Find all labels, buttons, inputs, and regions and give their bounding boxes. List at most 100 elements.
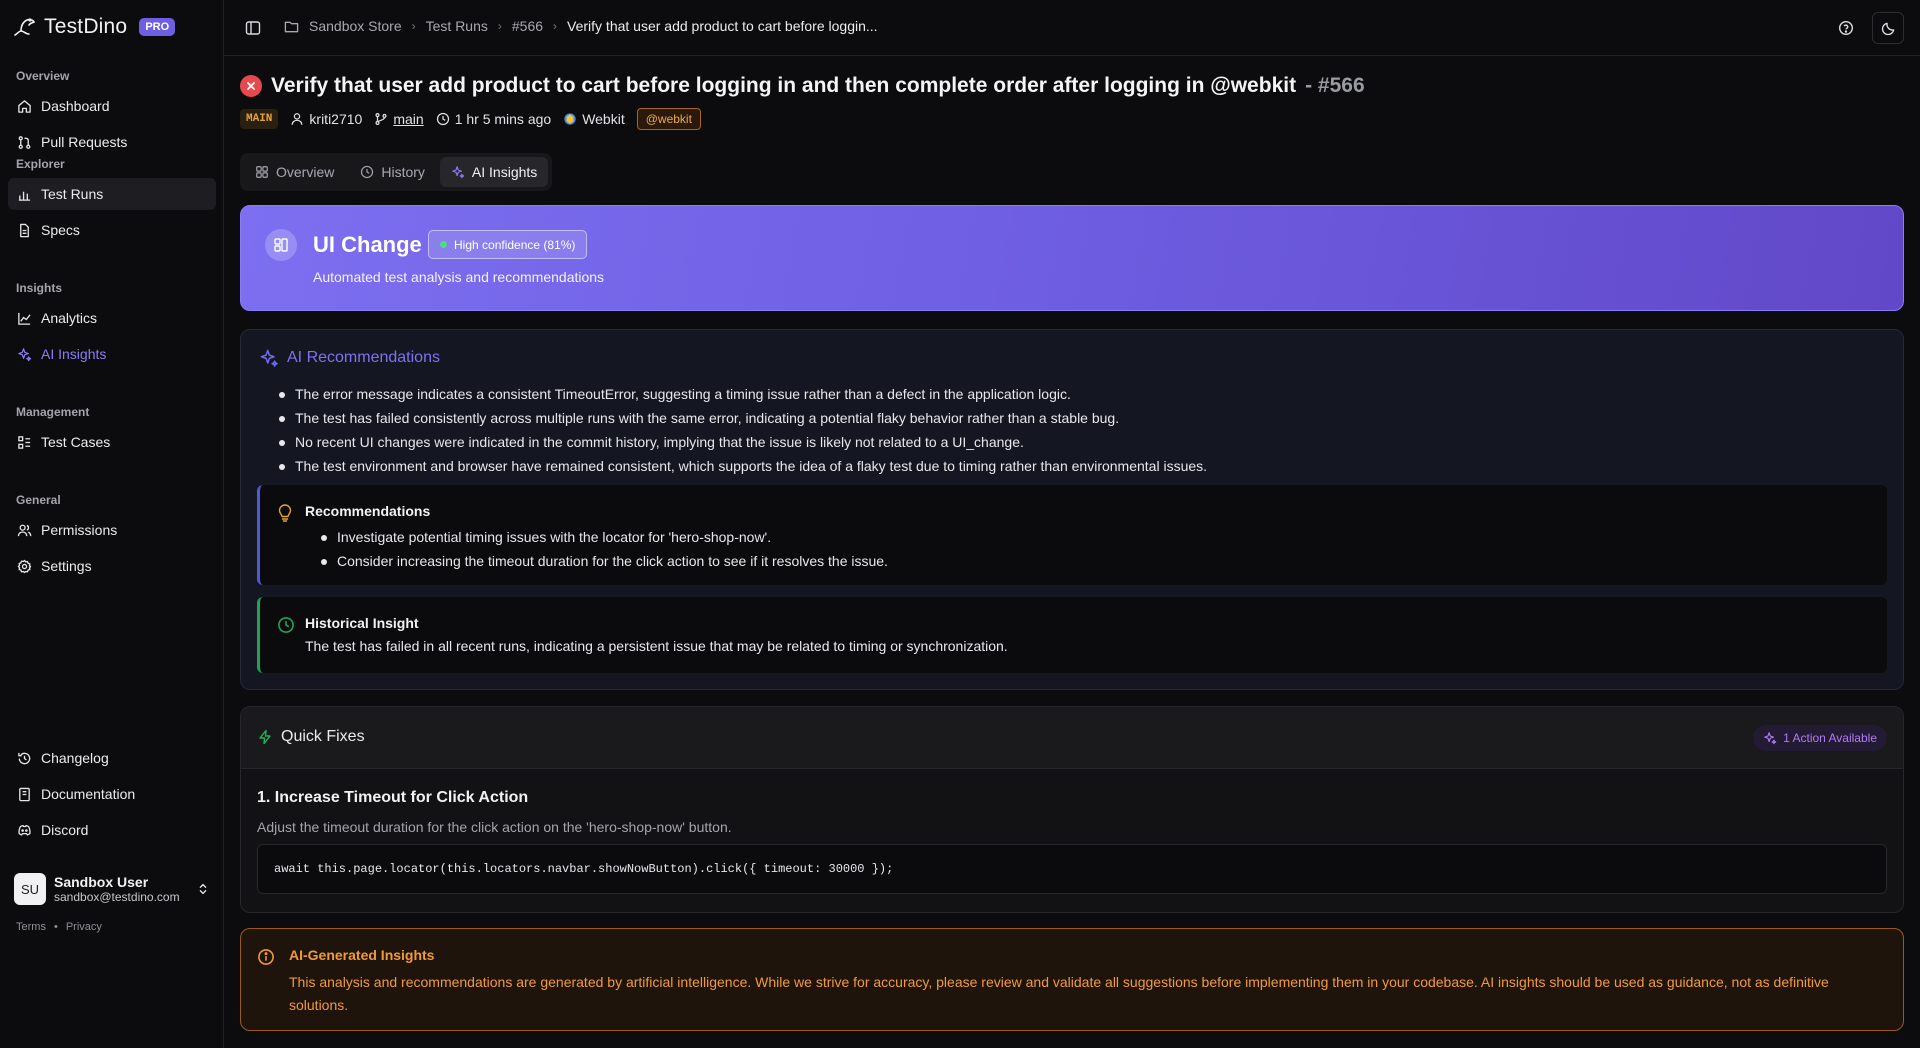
nav-group-footer: Changelog Documentation Discord [8,742,216,846]
sidebar-item-ai-insights[interactable]: AI Insights [8,338,216,370]
users-icon [17,524,32,536]
sidebar-panel-icon [245,21,261,35]
clock-icon [361,165,374,179]
tab-label: AI Insights [471,164,538,180]
sidebar-item-documentation[interactable]: Documentation [8,778,216,810]
disclaimer-text: This analysis and recommendations are ge… [289,974,1829,1013]
tag-badge[interactable]: @webkit [636,108,701,130]
chevron-right-icon: › [411,19,416,33]
list-item: The error message indicates a consistent… [279,382,1879,406]
nav-group-title: Insights [16,281,63,295]
list-item: The test has failed consistently across … [279,406,1879,430]
breadcrumb: Sandbox Store › Test Runs › #566 › Verif… [284,18,878,34]
toggle-sidebar-button[interactable] [240,15,266,41]
line-chart-icon [18,312,31,325]
sidebar-item-label: Discord [41,822,89,838]
fix-title: 1. Increase Timeout for Click Action [257,789,529,806]
webkit-icon [564,113,576,125]
analysis-list: The error message indicates a consistent… [279,382,1879,478]
sidebar-item-settings[interactable]: Settings [8,550,216,582]
author: kriti2710 [290,111,362,127]
pro-badge: PRO [139,18,176,36]
sidebar-item-label: Pull Requests [41,134,128,150]
avatar: SU [14,873,46,905]
nav-group-management: Management Test Cases [8,402,216,458]
nav-group-title: General [16,493,61,507]
breadcrumb-run[interactable]: #566 [512,18,543,34]
sidebar-item-label: Permissions [41,522,118,538]
terms-link[interactable]: Terms [16,921,46,933]
historical-insight-box: Historical Insight The test has failed i… [257,597,1887,673]
app-logo[interactable]: TestDino PRO [12,11,176,43]
code-snippet[interactable]: await this.page.locator(this.locators.na… [257,844,1887,894]
tab-overview[interactable]: Overview [244,157,345,187]
zap-icon [259,729,271,745]
book-icon [19,787,30,801]
tab-bar: Overview History AI Insights [240,153,553,191]
user-icon [291,113,303,125]
tab-history[interactable]: History [349,157,436,187]
home-icon [18,99,31,113]
run-number: - #566 [1305,74,1365,97]
tab-ai-insights[interactable]: AI Insights [439,157,549,187]
user-info: Sandbox User sandbox@testdino.com [54,874,188,904]
lightbulb-icon [278,504,292,522]
nav-group-overview: Overview Dashboard Pull Requests [8,66,216,158]
nav-group-title: Overview [16,69,70,83]
sidebar-item-test-cases[interactable]: Test Cases [8,426,216,458]
git-branch-icon [375,113,387,125]
sidebar-item-dashboard[interactable]: Dashboard [8,90,216,122]
sidebar-item-discord[interactable]: Discord [8,814,216,846]
historical-insight-title: Historical Insight [305,615,419,631]
failed-status-icon [240,75,262,97]
test-title-row: Verify that user add product to cart bef… [240,74,1365,98]
legal-separator: • [53,921,58,933]
recommendations-list: Investigate potential timing issues with… [321,525,888,573]
sidebar-item-permissions[interactable]: Permissions [8,514,216,546]
fix-description: Adjust the timeout duration for the clic… [257,819,732,835]
gear-icon [17,559,32,573]
folder-icon [284,21,299,32]
run-time: 1 hr 5 mins ago [436,111,551,127]
sparkles-icon [1764,732,1777,745]
grid-icon [256,166,268,178]
nav-group-title: Explorer [16,157,65,171]
app-name: TestDino [44,15,128,38]
help-circle-icon [1838,20,1854,36]
legal-links: Terms • Privacy [16,921,102,933]
breadcrumb-test-runs[interactable]: Test Runs [426,18,488,34]
discord-icon [18,824,31,836]
user-email: sandbox@testdino.com [54,890,180,904]
breadcrumb-project[interactable]: Sandbox Store [309,18,402,34]
sparkles-icon [452,166,465,179]
sidebar-item-test-runs[interactable]: Test Runs [8,178,216,210]
user-menu[interactable]: SU Sandbox User sandbox@testdino.com [14,873,210,905]
layout-icon [265,229,297,261]
recommendations-title: Recommendations [305,503,431,519]
branch[interactable]: main [374,111,424,127]
chevrons-up-down-icon [199,883,207,895]
sidebar-item-label: Analytics [41,310,98,326]
ai-recommendations-header: AI Recommendations [259,348,440,368]
privacy-link[interactable]: Privacy [66,921,102,933]
chevron-right-icon: › [553,19,558,33]
sidebar-item-analytics[interactable]: Analytics [8,302,216,334]
actions-available-badge[interactable]: 1 Action Available [1753,725,1887,751]
help-button[interactable] [1830,12,1862,44]
top-bar: Sandbox Store › Test Runs › #566 › Verif… [224,0,1920,56]
branch-link[interactable]: main [393,111,423,127]
list-item: The test environment and browser have re… [279,454,1879,478]
nav-group-insights: Insights Analytics AI Insights [8,278,216,370]
bar-chart-icon [18,191,31,201]
list-item: Investigate potential timing issues with… [321,525,888,549]
quick-fixes-title-wrap: Quick Fixes [257,728,365,746]
category-subtitle: Automated test analysis and recommendati… [313,269,605,285]
sidebar-item-specs[interactable]: Specs [8,214,216,246]
info-icon [258,949,274,965]
confidence-label: High confidence (81%) [454,237,576,252]
file-text-icon [20,223,29,237]
theme-toggle-button[interactable] [1872,12,1904,44]
sidebar-item-changelog[interactable]: Changelog [8,742,216,774]
sidebar-item-label: Test Cases [41,434,111,450]
actions-available-label: 1 Action Available [1783,731,1877,745]
